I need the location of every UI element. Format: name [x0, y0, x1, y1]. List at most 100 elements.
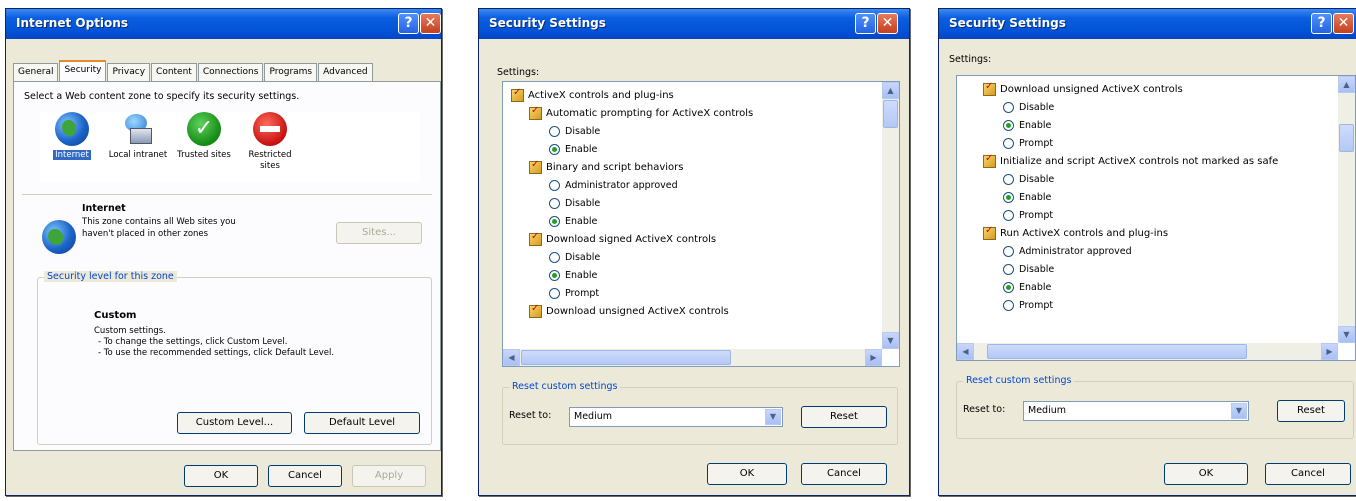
setting-item[interactable]: Initialize and script ActiveX controls n… — [983, 152, 1278, 170]
setting-item[interactable]: Download unsigned ActiveX controls — [983, 80, 1183, 98]
tab-security[interactable]: Security — [59, 60, 107, 82]
setting-radio-option[interactable]: Disable — [549, 194, 600, 212]
tab-advanced[interactable]: Advanced — [318, 63, 373, 81]
radio-selected-icon[interactable] — [549, 269, 560, 281]
radio-icon[interactable] — [1003, 137, 1014, 149]
setting-radio-option[interactable]: Enable — [549, 212, 597, 230]
radio-selected-icon[interactable] — [1003, 119, 1014, 131]
default-level-button[interactable]: Default Level — [304, 412, 420, 434]
ok-button[interactable]: OK — [1164, 463, 1248, 485]
scroll-left-icon[interactable]: ◀ — [957, 343, 974, 360]
scroll-thumb[interactable] — [883, 100, 898, 128]
setting-radio-option[interactable]: Enable — [1003, 116, 1051, 134]
radio-icon[interactable] — [549, 179, 560, 191]
cancel-button[interactable]: Cancel — [268, 465, 342, 487]
setting-radio-option[interactable]: Administrator approved — [549, 176, 678, 194]
reset-button[interactable]: Reset — [801, 406, 887, 428]
setting-radio-option[interactable]: Prompt — [549, 284, 599, 302]
setting-radio-option[interactable]: Enable — [549, 140, 597, 158]
setting-label: Enable — [565, 269, 598, 281]
zone-trusted-sites[interactable]: ✓ Trusted sites — [172, 112, 236, 161]
setting-radio-option[interactable]: Enable — [1003, 188, 1051, 206]
scroll-left-icon[interactable]: ◀ — [503, 349, 520, 366]
sites-button[interactable]: Sites... — [336, 222, 422, 244]
chevron-down-icon[interactable]: ▼ — [765, 409, 781, 425]
setting-radio-option[interactable]: Disable — [1003, 170, 1054, 188]
cancel-button[interactable]: Cancel — [801, 463, 887, 485]
setting-radio-option[interactable]: Prompt — [1003, 206, 1053, 224]
setting-radio-option[interactable]: Prompt — [1003, 296, 1053, 314]
settings-list[interactable]: Prompt Enable Disable Administrator approve… — [956, 75, 1356, 361]
setting-item[interactable]: Run ActiveX controls and plug-ins — [983, 224, 1168, 242]
apply-button[interactable]: Apply — [352, 465, 426, 487]
reset-button[interactable]: Reset — [1277, 400, 1345, 422]
close-button[interactable]: ✕ — [877, 13, 898, 34]
radio-icon[interactable] — [1003, 209, 1014, 221]
tab-privacy[interactable]: Privacy — [107, 63, 151, 81]
setting-label: Automatic prompting for ActiveX controls — [546, 107, 754, 119]
radio-icon[interactable] — [549, 197, 560, 209]
scroll-thumb[interactable] — [521, 350, 731, 365]
scroll-thumb[interactable] — [987, 344, 1247, 359]
zone-internet[interactable]: Internet — [40, 112, 104, 161]
title-bar[interactable]: Internet Options ? ✕ — [6, 9, 441, 39]
horizontal-scrollbar[interactable]: ◀ ▶ — [957, 343, 1338, 360]
radio-selected-icon[interactable] — [1003, 191, 1014, 203]
radio-icon[interactable] — [549, 125, 560, 137]
scroll-down-icon[interactable]: ▼ — [1338, 326, 1355, 343]
help-button[interactable]: ? — [398, 13, 419, 34]
zone-local-intranet[interactable]: Local intranet — [106, 112, 170, 161]
ok-button[interactable]: OK — [707, 463, 787, 485]
setting-radio-option[interactable]: Enable — [549, 266, 597, 284]
scroll-right-icon[interactable]: ▶ — [865, 349, 882, 366]
help-button[interactable]: ? — [855, 13, 876, 34]
setting-category[interactable]: ActiveX controls and plug-ins — [511, 86, 674, 104]
reset-to-select[interactable]: Medium ▼ — [569, 407, 783, 427]
close-button[interactable]: ✕ — [1333, 13, 1354, 34]
cancel-button[interactable]: Cancel — [1265, 463, 1351, 485]
vertical-scrollbar[interactable]: ▲ ▼ — [1338, 76, 1355, 343]
setting-radio-option[interactable]: Disable — [549, 248, 600, 266]
setting-item[interactable]: Download unsigned ActiveX controls — [529, 302, 729, 320]
radio-icon[interactable] — [1003, 173, 1014, 185]
zone-restricted-sites[interactable]: Restricted sites — [238, 112, 302, 172]
tab-content[interactable]: Content — [151, 63, 197, 81]
custom-level-button[interactable]: Custom Level... — [177, 412, 292, 434]
scroll-up-icon[interactable]: ▲ — [882, 82, 899, 99]
radio-icon[interactable] — [1003, 245, 1014, 257]
radio-icon[interactable] — [1003, 263, 1014, 275]
radio-selected-icon[interactable] — [549, 215, 560, 227]
setting-radio-option[interactable]: Disable — [549, 122, 600, 140]
setting-radio-option[interactable]: Disable — [1003, 260, 1054, 278]
help-button[interactable]: ? — [1311, 13, 1332, 34]
horizontal-scrollbar[interactable]: ◀ ▶ — [503, 349, 882, 366]
radio-icon[interactable] — [549, 251, 560, 263]
setting-item[interactable]: Automatic prompting for ActiveX controls — [529, 104, 753, 122]
scroll-down-icon[interactable]: ▼ — [882, 332, 899, 349]
close-button[interactable]: ✕ — [420, 13, 441, 34]
title-bar[interactable]: Security Settings ? ✕ — [479, 9, 909, 39]
setting-item[interactable]: Download signed ActiveX controls — [529, 230, 716, 248]
scroll-up-icon[interactable]: ▲ — [1338, 76, 1355, 93]
setting-radio-option[interactable]: Administrator approved — [1003, 242, 1132, 260]
setting-radio-option[interactable]: Enable — [1003, 278, 1051, 296]
setting-radio-option[interactable]: Prompt — [1003, 134, 1053, 152]
radio-selected-icon[interactable] — [1003, 281, 1014, 293]
tab-connections[interactable]: Connections — [197, 63, 264, 81]
title-bar[interactable]: Security Settings ? ✕ — [939, 9, 1356, 39]
vertical-scrollbar[interactable]: ▲ ▼ — [882, 82, 899, 349]
scroll-thumb[interactable] — [1339, 124, 1354, 152]
radio-icon[interactable] — [1003, 299, 1014, 311]
tab-programs[interactable]: Programs — [264, 63, 318, 81]
setting-radio-option[interactable]: Disable — [1003, 98, 1054, 116]
reset-to-select[interactable]: Medium ▼ — [1023, 401, 1249, 421]
chevron-down-icon[interactable]: ▼ — [1231, 403, 1247, 419]
radio-icon[interactable] — [1003, 101, 1014, 113]
ok-button[interactable]: OK — [184, 465, 258, 487]
scroll-right-icon[interactable]: ▶ — [1321, 343, 1338, 360]
setting-item[interactable]: Binary and script behaviors — [529, 158, 683, 176]
radio-selected-icon[interactable] — [549, 143, 560, 155]
settings-list[interactable]: Download unsigned ActiveX controls Prompt… — [502, 81, 900, 367]
tab-general[interactable]: General — [13, 63, 59, 81]
radio-icon[interactable] — [549, 287, 560, 299]
